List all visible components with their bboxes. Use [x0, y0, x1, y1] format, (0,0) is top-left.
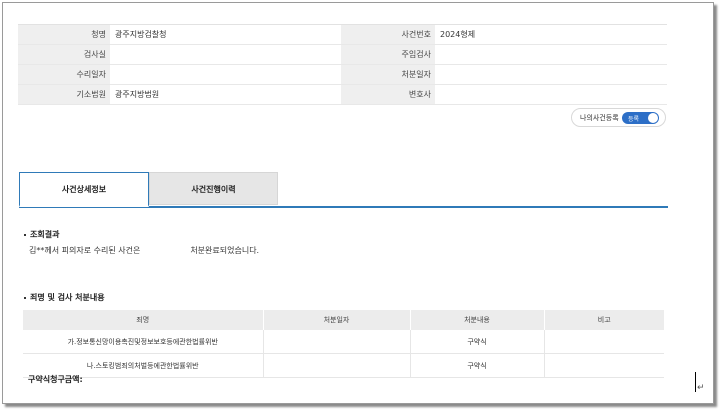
toggle-switch[interactable]: 등록	[622, 112, 659, 124]
tab-case-detail[interactable]: 사건상세정보	[19, 172, 149, 207]
result-message-part2: 처분완료되었습니다.	[190, 246, 260, 255]
table-cell	[543, 330, 664, 354]
case-info-row: 검사실 주임검사	[18, 45, 667, 65]
info-label: 청명	[18, 25, 110, 44]
col-header: 죄명	[23, 310, 263, 330]
table-cell: 가.정보통신망이용촉진및정보보호등에관한법률위반	[23, 330, 263, 354]
table-cell	[262, 330, 410, 354]
info-label: 변호사	[341, 85, 435, 104]
info-label: 검사실	[18, 45, 110, 64]
table-cell: 구약식	[409, 330, 544, 354]
info-value	[435, 85, 667, 104]
bullet-icon	[24, 296, 26, 299]
text-cursor	[695, 372, 696, 392]
case-info-row: 청명 광주지방검찰청 사건번호 2024형제	[18, 25, 667, 45]
info-value: 2024형제	[440, 30, 476, 39]
info-label: 기소법원	[18, 85, 110, 104]
col-header: 처분내용	[409, 310, 544, 330]
disposition-header-row: 죄명 처분일자 처분내용 비고	[23, 310, 664, 330]
tab-bar: 사건상세정보 사건진행이력	[19, 172, 668, 208]
result-message-part1: 김**께서 피의자로 수리된 사건은	[29, 246, 141, 255]
result-title-text: 조회결과	[30, 230, 60, 239]
case-info-row: 수리일자 처분일자	[18, 65, 667, 85]
info-label: 처분일자	[341, 65, 435, 84]
return-mark-icon: ↵	[697, 383, 705, 393]
info-value	[110, 65, 341, 84]
result-message: 김**께서 피의자로 수리된 사건은 처분완료되었습니다.	[29, 245, 259, 256]
table-row: 가.정보통신망이용촉진및정보보호등에관한법률위반 구약식	[23, 330, 664, 354]
info-label: 사건번호	[341, 25, 435, 44]
disposition-title-text: 죄명 및 검사 처분내용	[30, 293, 105, 302]
info-value: 광주지방검찰청	[115, 30, 167, 39]
case-info-table: 청명 광주지방검찰청 사건번호 2024형제 검사실 주임검사 수리일자 처분일…	[18, 24, 667, 105]
col-header: 처분일자	[262, 310, 410, 330]
claim-amount-label: 구약식청구금액:	[28, 375, 83, 384]
toggle-state-text: 등록	[628, 115, 640, 123]
table-cell: 구약식	[409, 353, 544, 378]
info-label: 주임검사	[341, 45, 435, 64]
table-cell	[543, 353, 664, 378]
case-info-row: 기소법원 광주지방법원 변호사	[18, 85, 667, 105]
disposition-section-title: 죄명 및 검사 처분내용	[24, 292, 105, 303]
table-cell	[262, 353, 410, 378]
disposition-table: 죄명 처분일자 처분내용 비고 가.정보통신망이용촉진및정보보호등에관한법률위반…	[23, 310, 664, 378]
info-value	[110, 45, 341, 64]
table-row: 나.스토킹범죄의처벌등에관한법률위반 구약식	[23, 353, 664, 378]
info-label: 수리일자	[18, 65, 110, 84]
my-case-register-toggle[interactable]: 나의사건등록 등록	[571, 108, 666, 127]
info-value: 광주지방법원	[115, 90, 160, 99]
result-section-title: 조회결과	[24, 229, 59, 240]
tab-case-history[interactable]: 사건진행이력	[149, 172, 278, 205]
info-value	[435, 65, 667, 84]
toggle-label: 나의사건등록	[580, 113, 619, 122]
info-value	[435, 45, 667, 64]
bullet-icon	[24, 233, 26, 236]
col-header: 비고	[543, 310, 664, 330]
toggle-knob	[648, 113, 658, 123]
